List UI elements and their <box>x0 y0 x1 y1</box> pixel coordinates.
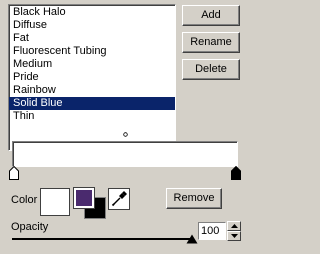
opacity-value-input[interactable]: 100 <box>198 222 226 240</box>
preset-list-item[interactable]: Pride <box>9 71 175 84</box>
opacity-label: Opacity <box>11 221 49 233</box>
eyedropper-icon <box>111 191 127 207</box>
preset-list-item[interactable]: Fat <box>9 32 175 45</box>
left-color-stop[interactable] <box>9 166 19 180</box>
color-label: Color <box>11 194 38 206</box>
preset-list-item[interactable]: Fluorescent Tubing <box>9 45 175 58</box>
opacity-slider-thumb[interactable] <box>186 234 198 244</box>
add-button[interactable]: Add <box>182 5 240 26</box>
spin-down-icon <box>231 234 238 238</box>
remove-button[interactable]: Remove <box>166 188 222 209</box>
right-color-stop[interactable] <box>231 166 241 180</box>
gradient-preview-bar <box>12 141 238 167</box>
preset-list[interactable]: Black Halo Diffuse Fat Fluorescent Tubing Me… <box>8 4 176 151</box>
spin-up-button[interactable] <box>227 221 241 231</box>
spin-down-button[interactable] <box>227 231 241 241</box>
midpoint-handle[interactable] <box>123 132 128 137</box>
eyedropper-button[interactable] <box>108 188 130 210</box>
rename-button[interactable]: Rename <box>182 32 240 53</box>
opacity-slider-track[interactable] <box>12 238 194 240</box>
preset-list-item[interactable]: Thin <box>9 110 175 123</box>
preset-list-item[interactable]: Solid Blue <box>9 97 175 110</box>
foreground-color-swatch[interactable] <box>73 187 95 209</box>
preset-list-item[interactable]: Diffuse <box>9 19 175 32</box>
spin-up-icon <box>231 224 238 228</box>
delete-button[interactable]: Delete <box>182 59 240 80</box>
opacity-spinner[interactable] <box>227 221 241 241</box>
stop-color-swatch[interactable] <box>40 188 70 216</box>
preset-list-item[interactable]: Rainbow <box>9 84 175 97</box>
preset-list-item[interactable]: Black Halo <box>9 6 175 19</box>
preset-list-items: Black Halo Diffuse Fat Fluorescent Tubing Me… <box>9 5 175 123</box>
preset-list-item[interactable]: Medium <box>9 58 175 71</box>
